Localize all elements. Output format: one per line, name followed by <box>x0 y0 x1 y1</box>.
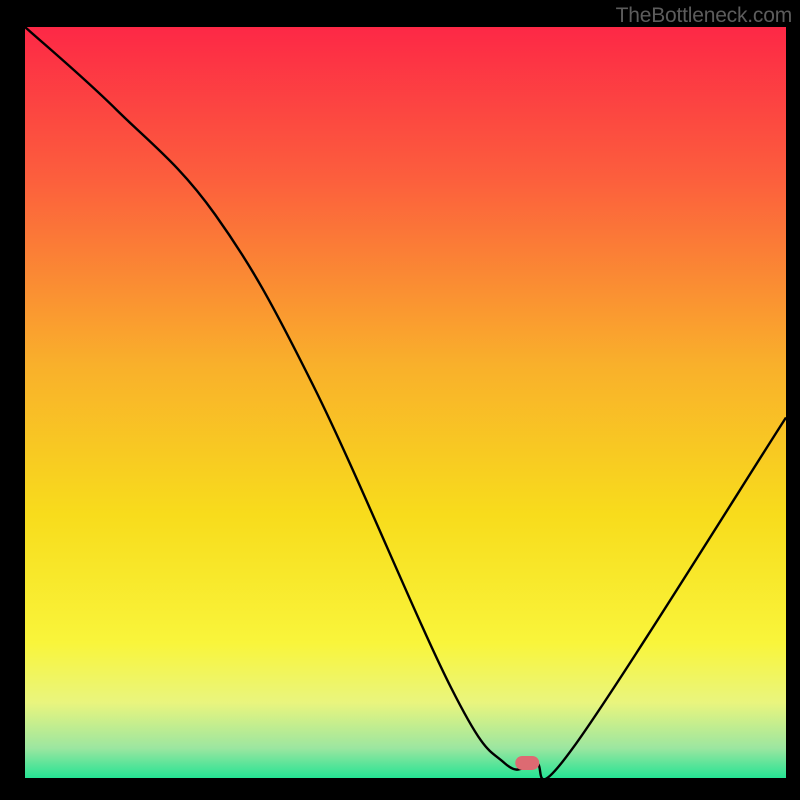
bottleneck-chart <box>0 0 800 800</box>
watermark-text: TheBottleneck.com <box>616 4 792 28</box>
plot-background <box>25 27 786 778</box>
optimal-marker <box>515 756 539 770</box>
chart-container: TheBottleneck.com <box>0 0 800 800</box>
